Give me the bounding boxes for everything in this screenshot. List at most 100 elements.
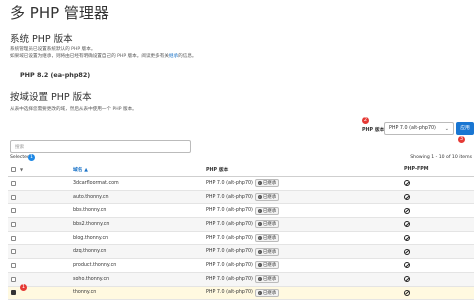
disabled-icon bbox=[404, 221, 410, 228]
domain-php-desc: 从表中选择您需要更改的域，然后从表中使用一个 PHP 版本。 bbox=[10, 107, 137, 112]
row-checkbox-cell[interactable] bbox=[11, 177, 16, 190]
pagination-summary: Showing 1 - 10 of 10 items bbox=[410, 155, 472, 160]
row-domain: dzq.thonny.cn bbox=[73, 249, 107, 255]
inherit-badge: i 已继承 bbox=[254, 275, 280, 284]
disabled-icon bbox=[404, 262, 410, 269]
table-row[interactable]: bbs.thonny.cn PHP 7.0 (alt-php70) i 已继承 bbox=[8, 204, 474, 219]
row-checkbox-cell[interactable] bbox=[11, 245, 16, 258]
row-php-fpm bbox=[404, 273, 410, 286]
row-checkbox[interactable] bbox=[11, 180, 16, 186]
disabled-icon bbox=[404, 194, 410, 201]
inherit-link[interactable]: 继承 bbox=[169, 54, 178, 59]
row-checkbox[interactable] bbox=[11, 262, 16, 268]
table-row[interactable]: soho.thonny.cn PHP 7.0 (alt-php70) i 已继承 bbox=[8, 272, 474, 287]
inherit-badge: i 已继承 bbox=[254, 206, 280, 215]
table-row[interactable]: blog.thonny.cn PHP 7.0 (alt-php70) i 已继承 bbox=[8, 232, 474, 246]
search-input[interactable]: 搜索 bbox=[10, 140, 191, 153]
inherit-badge-label: 已继承 bbox=[262, 222, 277, 228]
system-php-title: 系统 PHP 版本 bbox=[10, 34, 73, 45]
row-php-fpm bbox=[404, 259, 410, 272]
row-checkbox[interactable] bbox=[11, 194, 16, 200]
select-all-checkbox[interactable] bbox=[11, 167, 16, 172]
row-php-fpm bbox=[404, 218, 410, 231]
inherit-badge: i 已继承 bbox=[254, 234, 280, 243]
row-checkbox-cell[interactable] bbox=[11, 218, 16, 231]
header-php-fpm: PHP-FPM bbox=[404, 167, 429, 172]
disabled-icon bbox=[404, 289, 410, 296]
row-checkbox-cell[interactable] bbox=[11, 287, 16, 300]
row-checkbox-cell[interactable] bbox=[11, 273, 16, 286]
php-version-select-value: PHP 7.0 (alt-php70) bbox=[389, 126, 436, 131]
system-php-version: PHP 8.2 (ea-php82) bbox=[20, 71, 91, 79]
table-row[interactable]: bbs2.thonny.cn PHP 7.0 (alt-php70) i 已继承 bbox=[8, 218, 474, 232]
table-row[interactable]: dzq.thonny.cn PHP 7.0 (alt-php70) i 已继承 bbox=[8, 245, 474, 260]
table-row[interactable]: 3dcarfloormat.com PHP 7.0 (alt-php70) i 已继承 bbox=[8, 177, 474, 191]
row-checkbox[interactable] bbox=[11, 249, 16, 255]
row-domain: product.thonny.cn bbox=[73, 262, 117, 268]
row-checkbox[interactable] bbox=[11, 290, 16, 296]
row-php-fpm bbox=[404, 204, 410, 217]
domain-php-title: 按域设置 PHP 版本 bbox=[10, 92, 92, 103]
row-php-version: PHP 7.0 (alt-php70) i 已继承 bbox=[206, 232, 280, 245]
row-checkbox-cell[interactable] bbox=[11, 191, 16, 204]
inherit-badge: i 已继承 bbox=[254, 261, 280, 270]
row-php-fpm bbox=[404, 287, 410, 300]
row-checkbox[interactable] bbox=[11, 221, 16, 227]
select-all-control[interactable]: ▼ bbox=[11, 163, 23, 176]
header-domain[interactable]: 域名 ▲ bbox=[73, 163, 88, 176]
inherit-badge-label: 已继承 bbox=[262, 195, 277, 201]
info-icon: i bbox=[257, 208, 262, 213]
inherit-badge: i 已继承 bbox=[254, 193, 280, 202]
inherit-badge: i 已继承 bbox=[254, 247, 280, 256]
row-domain: 3dcarfloormat.com bbox=[73, 180, 119, 186]
row-checkbox[interactable] bbox=[11, 235, 16, 241]
row-php-version-text: PHP 7.0 (alt-php70) bbox=[206, 235, 253, 241]
selected-count-badge: 1 bbox=[28, 154, 35, 161]
row-checkbox[interactable] bbox=[11, 208, 16, 214]
disabled-icon bbox=[404, 235, 410, 242]
row-php-version: PHP 7.0 (alt-php70) i 已继承 bbox=[206, 218, 280, 231]
php-version-select[interactable]: PHP 7.0 (alt-php70) ⌄ bbox=[384, 122, 454, 135]
row-checkbox-cell[interactable] bbox=[11, 259, 16, 272]
info-icon: i bbox=[257, 249, 262, 254]
apply-button[interactable]: 应用 bbox=[456, 122, 474, 135]
row-php-fpm bbox=[404, 177, 410, 190]
info-icon: i bbox=[257, 181, 262, 186]
system-php-inherit-desc: 如果域已设置为继承，则将由已经有明确设置自己的 PHP 版本。阅读更多有关继承的… bbox=[10, 54, 197, 60]
disabled-icon bbox=[404, 248, 410, 255]
inherit-badge-label: 已继承 bbox=[262, 263, 277, 269]
row-php-version: PHP 7.0 (alt-php70) i 已继承 bbox=[206, 273, 280, 286]
step-badge-apply: 3 bbox=[458, 136, 465, 143]
table-body: 3dcarfloormat.com PHP 7.0 (alt-php70) i 已继承… bbox=[8, 177, 474, 301]
row-php-version: PHP 7.0 (alt-php70) i 已继承 bbox=[206, 287, 280, 300]
info-icon: i bbox=[257, 263, 262, 268]
inherit-badge-label: 已继承 bbox=[262, 277, 277, 283]
row-php-version-text: PHP 7.0 (alt-php70) bbox=[206, 262, 253, 268]
row-php-version: PHP 7.0 (alt-php70) i 已继承 bbox=[206, 259, 280, 272]
table-row[interactable]: thonny.cn PHP 7.0 (alt-php70) i 已继承 bbox=[8, 286, 474, 301]
row-domain: thonny.cn bbox=[73, 290, 97, 296]
row-checkbox[interactable] bbox=[11, 276, 16, 282]
row-php-version-text: PHP 7.0 (alt-php70) bbox=[206, 208, 253, 214]
chevron-down-icon[interactable]: ▼ bbox=[20, 167, 23, 172]
inherit-desc-text: 如果域已设置为继承，则将由已经有明确设置自己的 PHP 版本。阅读更多有关 bbox=[10, 54, 169, 59]
row-checkbox-cell[interactable] bbox=[11, 232, 16, 245]
inherit-badge: i 已继承 bbox=[254, 288, 280, 297]
info-icon: i bbox=[257, 236, 262, 241]
table-row[interactable]: auto.thonny.cn PHP 7.0 (alt-php70) i 已继承 bbox=[8, 190, 474, 205]
row-php-version-text: PHP 7.0 (alt-php70) bbox=[206, 221, 253, 227]
table-header: ▼ 域名 ▲ PHP 版本 PHP-FPM bbox=[8, 163, 474, 177]
row-php-version-text: PHP 7.0 (alt-php70) bbox=[206, 249, 253, 255]
table-row[interactable]: product.thonny.cn PHP 7.0 (alt-php70) i 已继承 bbox=[8, 259, 474, 273]
header-php-version: PHP 版本 bbox=[206, 168, 229, 173]
row-php-version: PHP 7.0 (alt-php70) i 已继承 bbox=[206, 245, 280, 258]
row-domain: blog.thonny.cn bbox=[73, 235, 109, 241]
row-php-version-text: PHP 7.0 (alt-php70) bbox=[206, 276, 253, 282]
chevron-down-icon: ⌄ bbox=[444, 126, 449, 132]
inherit-badge-label: 已继承 bbox=[262, 181, 277, 187]
row-php-version-text: PHP 7.0 (alt-php70) bbox=[206, 290, 253, 296]
row-php-version-text: PHP 7.0 (alt-php70) bbox=[206, 194, 253, 200]
row-php-version: PHP 7.0 (alt-php70) i 已继承 bbox=[206, 177, 280, 190]
row-checkbox-cell[interactable] bbox=[11, 204, 16, 217]
disabled-icon bbox=[404, 207, 410, 214]
